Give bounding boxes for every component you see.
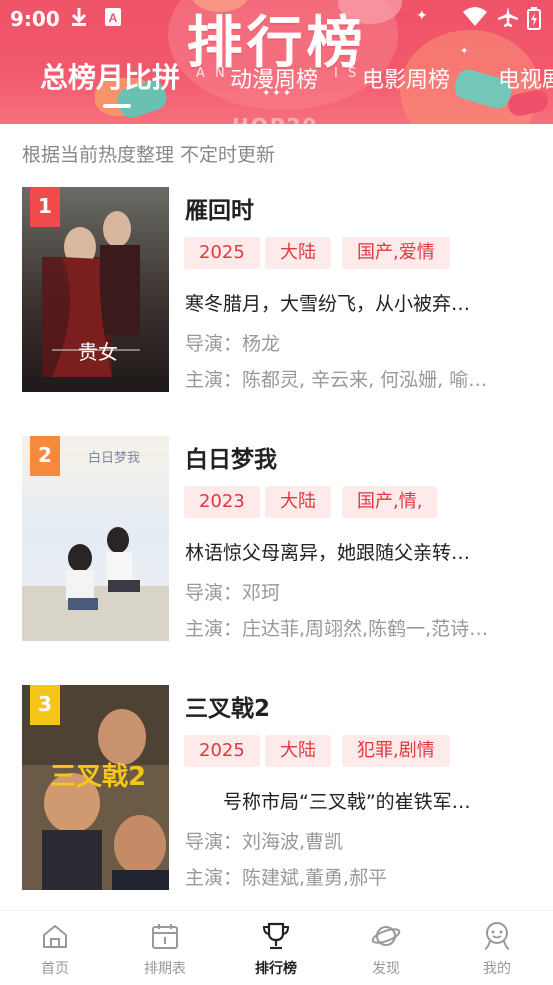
- bottom-navigation: 首页 排期表 排行榜 发现 我的: [0, 910, 553, 985]
- tag-region: 大陆: [265, 735, 331, 767]
- header-banner: 排行榜 HOP20 A N I S ✦✦✦ ✦ ✦ 9:00 A 总榜月比拼 动…: [0, 0, 553, 124]
- cast-label: 主演：: [185, 369, 243, 391]
- tag-region: 大陆: [265, 237, 331, 269]
- svg-text:A: A: [109, 11, 118, 25]
- cast-label: 主演：: [185, 618, 243, 640]
- ranking-item[interactable]: 白日梦我 2 白日梦我 2023 大陆 国产,情, 林语惊父母离异，她跟随父亲转…: [0, 436, 553, 642]
- director-label: 导演：: [185, 333, 243, 355]
- rank-badge: 1: [30, 187, 60, 227]
- item-title[interactable]: 三叉戟2: [185, 689, 270, 723]
- app-store-icon: A: [104, 6, 122, 32]
- item-title[interactable]: 雁回时: [185, 191, 254, 225]
- battery-charging-icon: [526, 6, 542, 34]
- calendar-icon: [152, 924, 178, 949]
- nav-label: 首页: [41, 961, 69, 977]
- nav-discover[interactable]: 发现: [331, 911, 441, 985]
- cast-names: 陈建斌,董勇,郝平: [242, 867, 388, 889]
- wifi-icon: [462, 6, 488, 32]
- item-director: 导演：邓珂: [185, 578, 280, 605]
- item-description: 林语惊父母离异，她跟随父亲转…: [185, 542, 471, 564]
- nav-ranking[interactable]: 排行榜: [221, 911, 331, 985]
- planet-icon: [371, 926, 401, 946]
- list-subtitle: 根据当前热度整理 不定时更新: [22, 144, 276, 166]
- item-director: 导演：杨龙: [185, 329, 280, 356]
- download-icon: [70, 6, 88, 32]
- director-name: 邓珂: [242, 582, 281, 604]
- tag-year: 2023: [184, 486, 260, 518]
- poster-title-text: 白日梦我: [88, 450, 140, 466]
- banner-ghost-text: HOP20: [232, 114, 318, 124]
- status-time: 9:00: [10, 7, 60, 31]
- nav-profile[interactable]: 我的: [442, 911, 552, 985]
- rank-badge: 3: [30, 685, 60, 725]
- status-bar: 9:00 A: [0, 0, 553, 36]
- item-title[interactable]: 白日梦我: [185, 440, 277, 474]
- item-cast: 主演：庄达菲,周翊然,陈鹤一,范诗…: [185, 614, 488, 641]
- cast-names: 陈都灵, 辛云来, 何泓姗, 喻…: [242, 369, 488, 391]
- ranking-item[interactable]: 三叉戟2 3 三叉戟2 2025 大陆 犯罪,剧情 号称市局“三叉戟”的崔铁军……: [0, 685, 553, 891]
- tag-year: 2025: [184, 237, 260, 269]
- director-label: 导演：: [185, 831, 243, 853]
- home-icon: [43, 925, 67, 948]
- tag-region: 大陆: [265, 486, 331, 518]
- tag-year: 2025: [184, 735, 260, 767]
- item-cast: 主演：陈都灵, 辛云来, 何泓姗, 喻…: [185, 365, 487, 392]
- cast-label: 主演：: [185, 867, 243, 889]
- director-name: 杨龙: [242, 333, 281, 355]
- cast-names: 庄达菲,周翊然,陈鹤一,范诗…: [242, 618, 489, 640]
- tag-genre: 犯罪,剧情: [342, 735, 450, 767]
- user-icon: [484, 922, 510, 950]
- tab-tv-series[interactable]: 电视剧: [498, 62, 553, 94]
- tag-genre: 国产,爱情: [342, 237, 450, 269]
- item-description: 号称市局“三叉戟”的崔铁军…: [185, 791, 471, 813]
- poster-image[interactable]: 三叉戟2 3: [22, 685, 169, 890]
- poster-title-text: 贵女: [78, 340, 118, 364]
- poster-image[interactable]: 白日梦我 2: [22, 436, 169, 641]
- category-tabs: 总榜月比拼 动漫周榜 电影周榜 电视剧: [0, 56, 553, 100]
- item-description: 寒冬腊月，大雪纷飞，从小被弃…: [185, 293, 471, 315]
- director-name: 刘海波,曹凯: [242, 831, 344, 853]
- tab-anime-weekly[interactable]: 动漫周榜: [230, 62, 318, 94]
- item-director: 导演：刘海波,曹凯: [185, 827, 343, 854]
- item-cast: 主演：陈建斌,董勇,郝平: [185, 863, 387, 890]
- rank-badge: 2: [30, 436, 60, 476]
- active-tab-indicator: [103, 104, 131, 108]
- nav-label: 排期表: [144, 961, 186, 977]
- poster-title-text: 三叉戟2: [50, 762, 146, 792]
- nav-label: 发现: [372, 961, 400, 977]
- tab-total-monthly[interactable]: 总榜月比拼: [40, 56, 180, 96]
- ranking-item[interactable]: 贵女 1 雁回时 2025 大陆 国产,爱情 寒冬腊月，大雪纷飞，从小被弃… 导…: [0, 187, 553, 393]
- director-label: 导演：: [185, 582, 243, 604]
- nav-label: 排行榜: [255, 961, 297, 977]
- nav-label: 我的: [483, 961, 511, 977]
- poster-image[interactable]: 贵女 1: [22, 187, 169, 392]
- tab-movie-weekly[interactable]: 电影周榜: [362, 62, 450, 94]
- tag-genre: 国产,情,: [342, 486, 438, 518]
- airplane-icon: [497, 6, 519, 32]
- nav-home[interactable]: 首页: [0, 911, 110, 985]
- trophy-icon: [262, 922, 290, 950]
- nav-schedule[interactable]: 排期表: [110, 911, 220, 985]
